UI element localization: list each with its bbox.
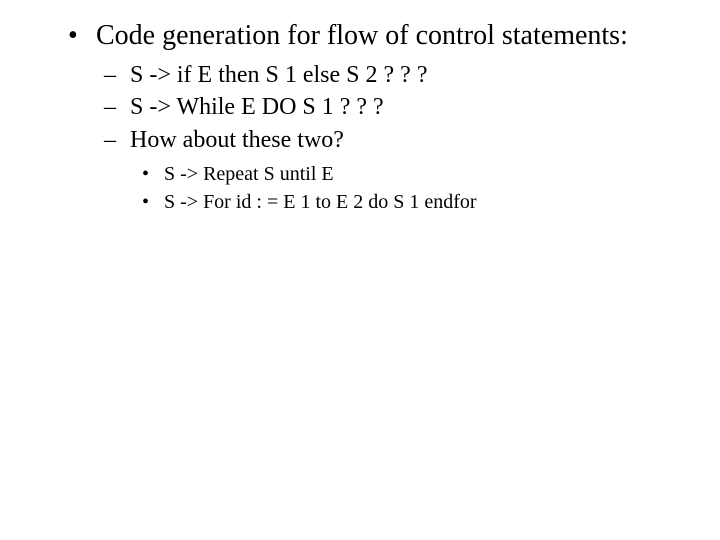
bullet-text: S -> Repeat S until E — [164, 163, 334, 185]
list-item: Code generation for flow of control stat… — [58, 18, 680, 216]
list-item: How about these two? S -> Repeat S until… — [96, 124, 680, 216]
bullet-text: Code generation for flow of control stat… — [96, 20, 628, 51]
bullet-list-level2: S -> if E then S 1 else S 2 ? ? ? S -> W… — [96, 59, 680, 216]
slide: Code generation for flow of control stat… — [0, 0, 720, 540]
bullet-list-level1: Code generation for flow of control stat… — [58, 18, 680, 216]
list-item: S -> While E DO S 1 ? ? ? — [96, 91, 680, 123]
bullet-list-level3: S -> Repeat S until E S -> For id : = E … — [130, 160, 680, 216]
bullet-text: S -> if E then S 1 else S 2 ? ? ? — [130, 62, 427, 88]
bullet-text: S -> While E DO S 1 ? ? ? — [130, 94, 384, 120]
bullet-text: How about these two? — [130, 127, 344, 153]
bullet-text: S -> For id : = E 1 to E 2 do S 1 endfor — [164, 191, 477, 213]
list-item: S -> For id : = E 1 to E 2 do S 1 endfor — [130, 188, 680, 216]
list-item: S -> if E then S 1 else S 2 ? ? ? — [96, 59, 680, 91]
list-item: S -> Repeat S until E — [130, 160, 680, 188]
